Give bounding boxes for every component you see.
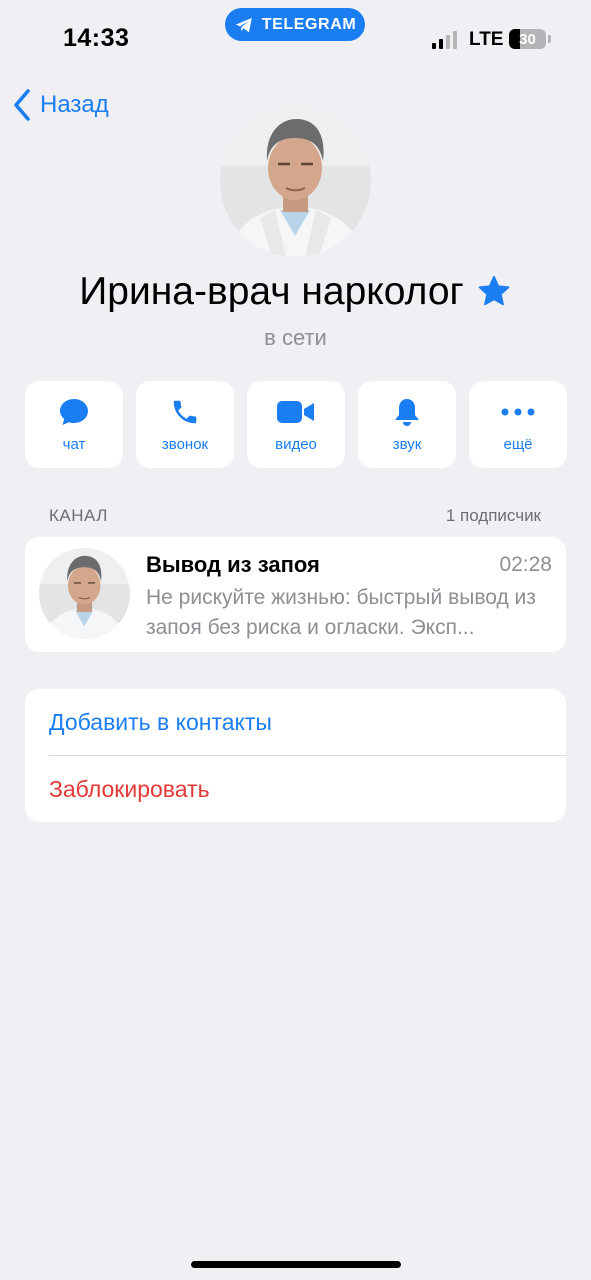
presence-status: в сети (264, 325, 327, 350)
battery-icon: 30 (509, 29, 546, 49)
telegram-plane-icon (235, 17, 252, 32)
phone-icon (170, 396, 200, 428)
more-label: ещё (503, 436, 533, 453)
sound-label: звук (392, 436, 422, 453)
sound-button[interactable]: звук (358, 381, 456, 468)
channel-card[interactable]: Вывод из запоя 02:28 Не рискуйте жизнью:… (25, 537, 566, 652)
channel-last-message: Не рискуйте жизнью: быстрый вывод из зап… (146, 586, 536, 639)
profile-avatar[interactable] (220, 106, 371, 257)
video-button[interactable]: видео (247, 381, 345, 468)
block-button[interactable]: Заблокировать (25, 756, 566, 822)
chevron-left-icon (14, 89, 30, 121)
chat-button[interactable]: чат (25, 381, 123, 468)
back-label: Назад (40, 91, 109, 118)
bell-icon (393, 396, 421, 428)
subscriber-count: 1 подписчик (445, 506, 541, 525)
profile-name-row: Ирина-врач нарколог (0, 270, 591, 314)
telegram-app-pill[interactable]: TELEGRAM (225, 8, 365, 41)
video-camera-icon (276, 396, 316, 428)
contact-actions-list: Добавить в контакты Заблокировать (25, 689, 566, 822)
channel-time: 02:28 (499, 553, 552, 576)
profile-name: Ирина-врач нарколог (79, 270, 464, 313)
channel-section-title: КАНАЛ (49, 506, 108, 525)
status-time: 14:33 (63, 24, 130, 52)
network-type: LTE (469, 29, 504, 50)
star-icon[interactable] (476, 275, 512, 309)
channel-name: Вывод из запоя (146, 552, 320, 577)
chat-label: чат (62, 436, 86, 453)
cellular-signal-icon (432, 31, 457, 49)
channel-photo (39, 548, 130, 639)
video-label: видео (275, 436, 317, 453)
action-buttons: чат звонок видео звук ещё (25, 381, 567, 468)
battery-tip (548, 35, 551, 43)
channel-avatar (39, 548, 130, 639)
call-label: звонок (161, 436, 209, 453)
profile-photo (220, 106, 371, 257)
home-indicator[interactable] (191, 1261, 401, 1268)
add-to-contacts-button[interactable]: Добавить в контакты (25, 689, 566, 755)
chat-bubble-icon (59, 396, 89, 428)
app-pill-label: TELEGRAM (261, 15, 357, 33)
call-button[interactable]: звонок (136, 381, 234, 468)
back-button[interactable]: Назад (12, 88, 109, 122)
more-dots-icon (501, 396, 535, 428)
more-button[interactable]: ещё (469, 381, 567, 468)
battery-percent: 30 (519, 30, 536, 48)
